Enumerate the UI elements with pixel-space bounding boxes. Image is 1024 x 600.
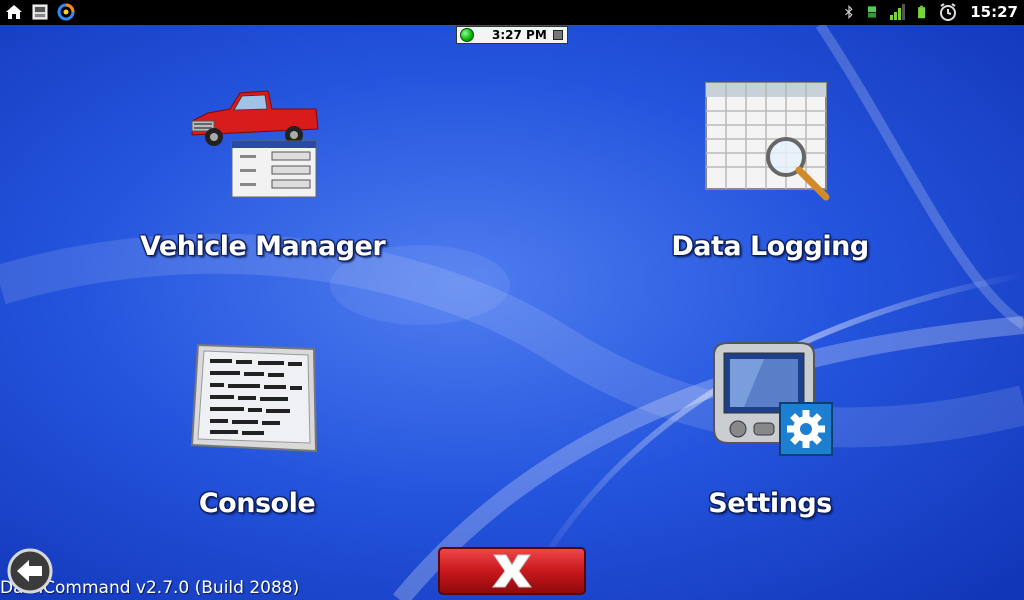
console-monitor-icon <box>190 343 318 453</box>
time-indicator: 3:27 PM <box>456 26 568 44</box>
vehicle-manager-button[interactable]: Vehicle Manager <box>140 75 386 275</box>
square-icon <box>553 30 563 40</box>
home-icon <box>6 5 22 19</box>
battery-icon <box>918 5 926 19</box>
console-label: Console <box>198 488 316 519</box>
status-bar: 15:27 <box>0 0 1024 25</box>
data-logging-button[interactable]: Data Logging <box>660 75 880 275</box>
bluetooth-icon <box>845 5 853 19</box>
spreadsheet-magnifier-icon <box>705 82 830 201</box>
data-logging-label: Data Logging <box>671 231 869 262</box>
settings-label: Settings <box>708 488 832 519</box>
vehicle-manager-label: Vehicle Manager <box>140 231 386 262</box>
back-button[interactable] <box>7 548 53 594</box>
status-clock: 15:27 <box>970 3 1018 21</box>
close-button[interactable] <box>438 547 586 595</box>
pickup-truck-icon <box>191 90 319 198</box>
alarm-icon <box>940 3 957 21</box>
connection-status-led <box>460 28 474 42</box>
current-time: 3:27 PM <box>492 28 547 42</box>
console-button[interactable]: Console <box>150 335 364 530</box>
signal-icon <box>890 4 906 20</box>
settings-button[interactable]: Settings <box>660 335 880 530</box>
device-gear-icon <box>713 342 833 456</box>
sd-card-icon <box>32 4 48 20</box>
usb-debug-icon <box>868 6 877 18</box>
sync-icon <box>57 3 75 21</box>
